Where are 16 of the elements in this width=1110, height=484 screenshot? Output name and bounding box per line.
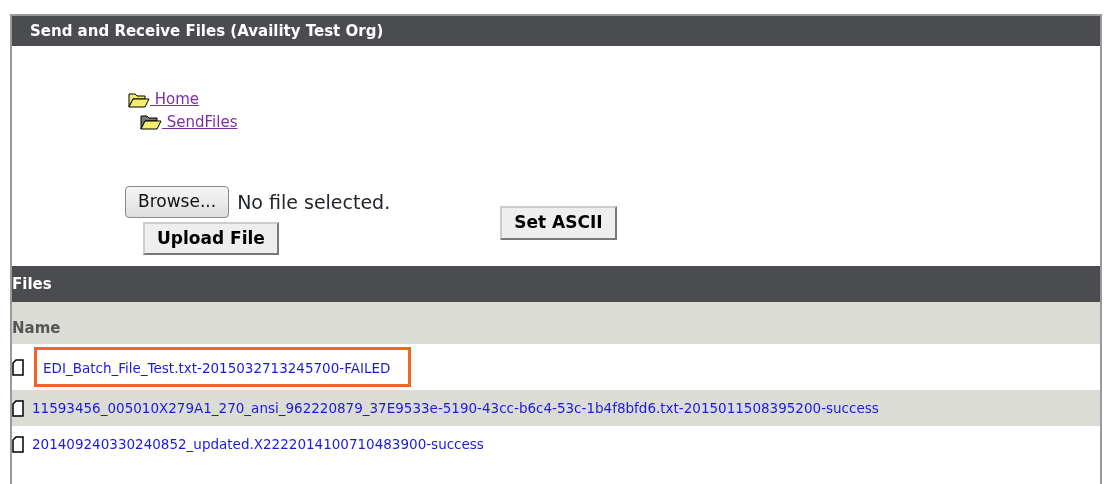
file-icon — [12, 358, 24, 376]
folder-link[interactable]: Home — [150, 90, 200, 108]
upload-button[interactable]: Upload File — [143, 221, 279, 255]
folder-icon — [128, 91, 150, 108]
file-link[interactable]: 201409240330240852_updated.X2222014100710483900-success — [32, 433, 484, 455]
set-ascii-button[interactable]: Set ASCII — [500, 206, 617, 240]
folder-icon — [140, 114, 162, 130]
section-title: Files — [12, 266, 1100, 302]
file-icon — [12, 435, 24, 453]
file-link[interactable]: EDI_Batch_File_Test.txt-2015032713245700-FAILED — [34, 346, 412, 388]
folder-link[interactable]: SendFiles — [162, 112, 238, 131]
file-status: No file selected. — [237, 189, 391, 215]
panel-title: Send and Receive Files (Availity Test Org) — [12, 16, 1100, 46]
browse-button[interactable]: Browse... — [125, 186, 230, 218]
file-icon — [12, 399, 24, 417]
column-header: Name — [12, 302, 1100, 344]
